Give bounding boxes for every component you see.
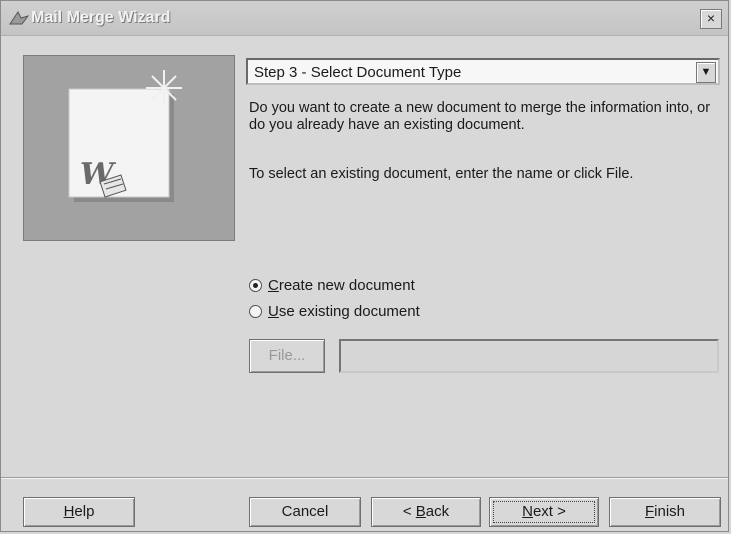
use-existing-document-radio[interactable]: Use existing document bbox=[249, 303, 420, 320]
finish-button[interactable]: Finish bbox=[609, 497, 721, 527]
radio-unselected-icon[interactable] bbox=[249, 305, 262, 318]
wizard-hat-icon bbox=[9, 11, 29, 25]
use-existing-document-label: Use existing document bbox=[268, 303, 420, 320]
title-bar[interactable]: Mail Merge Wizard × bbox=[1, 1, 728, 36]
separator bbox=[1, 477, 728, 479]
window-title: Mail Merge Wizard bbox=[31, 9, 171, 26]
create-new-document-label: Create new document bbox=[268, 277, 415, 294]
cancel-button[interactable]: Cancel bbox=[249, 497, 361, 527]
step-select-value: Step 3 - Select Document Type bbox=[254, 64, 462, 81]
word-document-icon: W bbox=[68, 70, 182, 202]
step-select[interactable]: Step 3 - Select Document Type ▼ bbox=[246, 58, 720, 85]
next-button[interactable]: Next > bbox=[489, 497, 599, 527]
file-button[interactable]: File... bbox=[249, 339, 325, 373]
back-button[interactable]: < Back bbox=[371, 497, 481, 527]
step-description: Do you want to create a new document to … bbox=[249, 100, 711, 133]
create-new-document-radio[interactable]: Create new document bbox=[249, 277, 415, 294]
close-button[interactable]: × bbox=[700, 9, 722, 29]
radio-selected-icon[interactable] bbox=[249, 279, 262, 292]
mail-merge-wizard-window: Mail Merge Wizard × W Step 3 - Select Do… bbox=[0, 0, 729, 532]
document-path-field[interactable] bbox=[339, 339, 719, 373]
wizard-illustration: W bbox=[23, 55, 235, 241]
chevron-down-icon[interactable]: ▼ bbox=[696, 62, 716, 83]
help-button[interactable]: Help bbox=[23, 497, 135, 527]
close-icon: × bbox=[706, 10, 716, 26]
step-instruction: To select an existing document, enter th… bbox=[249, 166, 634, 182]
